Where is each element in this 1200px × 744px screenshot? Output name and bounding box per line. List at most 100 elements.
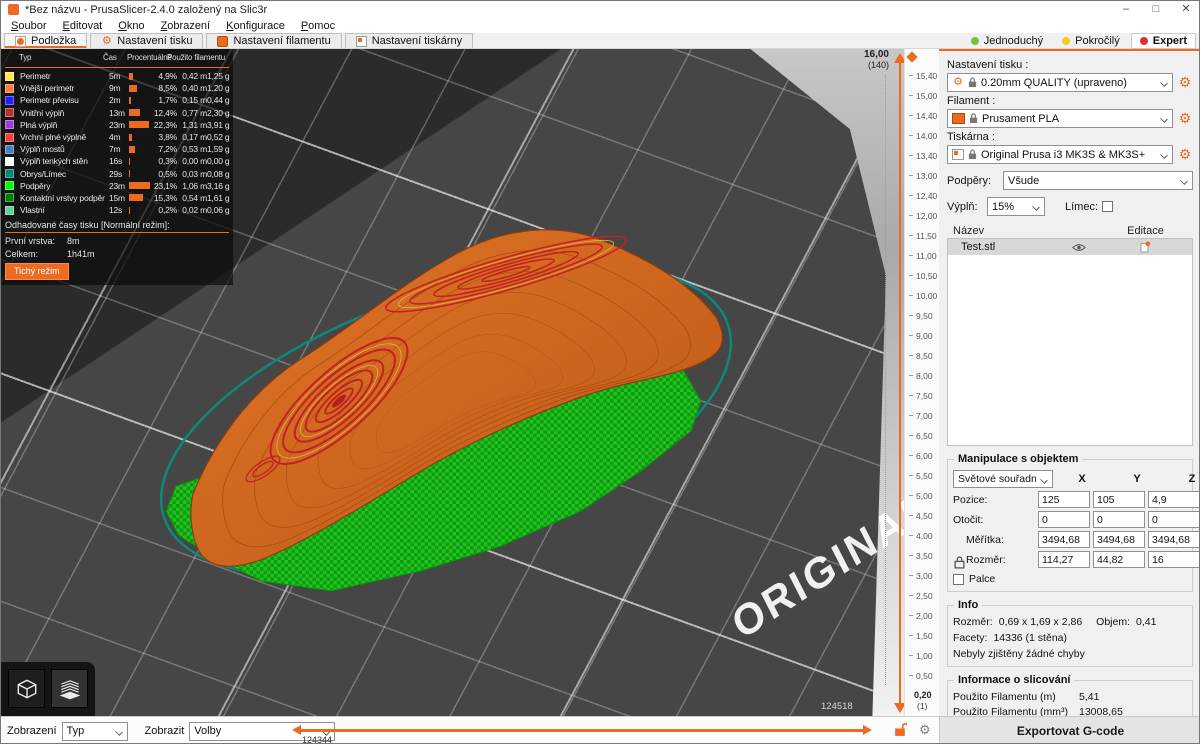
rotate-z-field[interactable]: 0	[1148, 511, 1200, 528]
uniform-scale-lock-icon[interactable]	[954, 556, 965, 569]
layer-slider-track[interactable]	[899, 63, 901, 703]
rotate-x-field[interactable]: 0	[1038, 511, 1090, 528]
rotate-y-field[interactable]: 0	[1093, 511, 1145, 528]
feature-time: 16s	[109, 156, 129, 166]
menu-item[interactable]: Soubor	[3, 20, 54, 32]
ruler-tick: 2,50	[909, 591, 939, 600]
object-name: Test.stl	[948, 241, 1061, 253]
ruler-tick: 4,50	[909, 511, 939, 520]
size-x-field[interactable]: 114,27	[1038, 551, 1090, 568]
scale-z-field[interactable]: 3494,68	[1148, 531, 1200, 548]
supports-combo[interactable]: Všude	[1003, 171, 1193, 190]
ruler-ticks: 15,40 15,00 14,40 14,00 13,40 13,00 12,4…	[909, 71, 939, 680]
infill-combo[interactable]: 15%	[987, 197, 1045, 216]
printer-combo[interactable]: Original Prusa i3 MK3S & MK3S+	[947, 145, 1173, 164]
object-list[interactable]: Test.stl	[947, 238, 1193, 446]
legend-row[interactable]: Obrys/Límec 29s 0,5% 0,03 m 0,08 g	[5, 168, 229, 180]
chevron-down-icon	[1040, 476, 1048, 484]
object-row[interactable]: Test.stl	[948, 239, 1192, 255]
tab-printer-settings[interactable]: Nastavení tiskárny	[345, 33, 473, 48]
feature-name: Výplň mostů	[17, 144, 109, 154]
print-settings-combo[interactable]: ⚙ 0.20mm QUALITY (upraveno)	[947, 73, 1173, 92]
legend-row[interactable]: Vrchní plné výplně 4m 3,8% 0,17 m 0,52 g	[5, 131, 229, 143]
slider-settings-gear-icon[interactable]: ⚙	[919, 722, 931, 738]
legend-row[interactable]: Perimetr 5m 4,9% 0,42 m 1,25 g	[5, 70, 229, 82]
feature-name: Vnitřní výplň	[17, 108, 109, 118]
legend-row[interactable]: Perimetr převisu 2m 1,7% 0,15 m 0,44 g	[5, 94, 229, 106]
legend-row[interactable]: Kontaktní vrstvy podpěr 15m 15,3% 0,54 m…	[5, 192, 229, 204]
feature-grams: 3,16 g	[207, 181, 229, 191]
menu-item[interactable]: Okno	[110, 20, 152, 32]
legend-row[interactable]: Podpěry 23m 23,1% 1,06 m 3,16 g	[5, 180, 229, 192]
mode-expert[interactable]: Expert	[1131, 33, 1196, 49]
stealth-mode-button[interactable]: Tichý režim	[5, 263, 69, 280]
minimize-button[interactable]: –	[1111, 1, 1141, 18]
filament-gear-button[interactable]: ⚙	[1177, 111, 1193, 126]
maximize-button[interactable]: □	[1141, 1, 1171, 18]
menu-item[interactable]: Pomoc	[293, 20, 343, 32]
feature-time: 7m	[109, 144, 129, 154]
legend-header: Typ Čas Procentuálně Použito filamentu	[5, 53, 229, 65]
menu-item[interactable]: Konfigurace	[218, 20, 293, 32]
size-label: Rozměr:	[953, 554, 1035, 566]
filament-combo[interactable]: Prusament PLA	[947, 109, 1173, 128]
menu-item[interactable]: Zobrazení	[153, 20, 219, 32]
position-x-field[interactable]: 125	[1038, 491, 1090, 508]
filament-color-swatch	[952, 113, 965, 124]
tab-print-settings[interactable]: ⚙ Nastavení tisku	[90, 33, 203, 48]
layer-slider-up-arrow[interactable]	[894, 53, 904, 63]
legend-row[interactable]: Výplň mostů 7m 7,2% 0,53 m 1,59 g	[5, 143, 229, 155]
eye-icon[interactable]	[1072, 243, 1086, 252]
close-button[interactable]: ✕	[1171, 1, 1200, 18]
printer-gear-button[interactable]: ⚙	[1177, 147, 1193, 162]
axis-z-header: Z	[1166, 473, 1200, 485]
size-z-field[interactable]: 16	[1148, 551, 1200, 568]
mode-advanced[interactable]: Pokročilý	[1054, 34, 1128, 48]
bottom-toolbar: Zobrazení Typ Zobrazit Volby 124344 ⚙	[1, 716, 939, 744]
legend-row[interactable]: Výplň tenkých stěn 16s 0,3% 0,00 m 0,00 …	[5, 155, 229, 167]
size-y-field[interactable]: 44,82	[1093, 551, 1145, 568]
unlock-icon[interactable]	[894, 722, 907, 737]
edit-object-icon[interactable]	[1139, 241, 1151, 253]
ruler-tick: 2,00	[909, 611, 939, 620]
gcode-preview-viewport[interactable]: ORIGINAL	[1, 49, 904, 716]
layer-height-ruler[interactable]: 15,40 15,00 14,40 14,00 13,40 13,00 12,4…	[904, 49, 939, 716]
tab-plater[interactable]: Podložka	[4, 33, 87, 48]
legend-row[interactable]: Vnější perimetr 9m 8,5% 0,40 m 1,20 g	[5, 82, 229, 94]
editor-view-button[interactable]	[8, 669, 45, 708]
menu-item[interactable]: Editovat	[54, 20, 110, 32]
scale-y-field[interactable]: 3494,68	[1093, 531, 1145, 548]
layer-marker-icon[interactable]	[906, 51, 917, 62]
percent-bar	[129, 109, 140, 116]
preview-view-button[interactable]	[51, 669, 88, 708]
ruler-tick: 11,50	[909, 231, 939, 240]
move-slider-right-arrow[interactable]	[863, 725, 872, 735]
view-mode-combo[interactable]: Typ	[62, 722, 128, 741]
layer-slider-down-arrow[interactable]	[894, 703, 904, 713]
position-y-field[interactable]: 105	[1093, 491, 1145, 508]
feature-time: 2m	[109, 95, 129, 105]
percent-bar	[129, 85, 137, 92]
scale-x-field[interactable]: 3494,68	[1038, 531, 1090, 548]
export-gcode-button[interactable]: Exportovat G-code	[939, 716, 1200, 744]
position-z-field[interactable]: 4,9	[1148, 491, 1200, 508]
legend-row[interactable]: Vnitřní výplň 13m 12,4% 0,77 m 2,30 g	[5, 107, 229, 119]
feature-meters: 1,31 m	[177, 120, 207, 130]
ruler-tick: 6,50	[909, 431, 939, 440]
brim-checkbox[interactable]	[1102, 201, 1113, 212]
move-slider-left-arrow[interactable]	[292, 725, 301, 735]
print-settings-gear-button[interactable]: ⚙	[1177, 75, 1193, 90]
legend-row[interactable]: Vlastní 12s 0,2% 0,02 m 0,06 g	[5, 204, 229, 216]
facets-label: Facety:	[953, 632, 987, 644]
legend-row[interactable]: Plná výplň 23m 22,3% 1,31 m 3,91 g	[5, 119, 229, 131]
mode-simple[interactable]: Jednoduchý	[963, 34, 1051, 48]
feature-percent: 0,2%	[151, 205, 177, 215]
inches-checkbox[interactable]	[953, 574, 964, 585]
move-slider-track[interactable]	[301, 729, 863, 732]
feature-color-swatch	[5, 120, 14, 129]
feature-percent: 0,3%	[151, 156, 177, 166]
tab-filament-settings[interactable]: Nastavení filamentu	[206, 33, 341, 48]
coordinates-combo[interactable]: Světové souřadnice	[953, 470, 1053, 488]
feature-grams: 3,91 g	[207, 120, 229, 130]
ruler-tick: 5,00	[909, 491, 939, 500]
